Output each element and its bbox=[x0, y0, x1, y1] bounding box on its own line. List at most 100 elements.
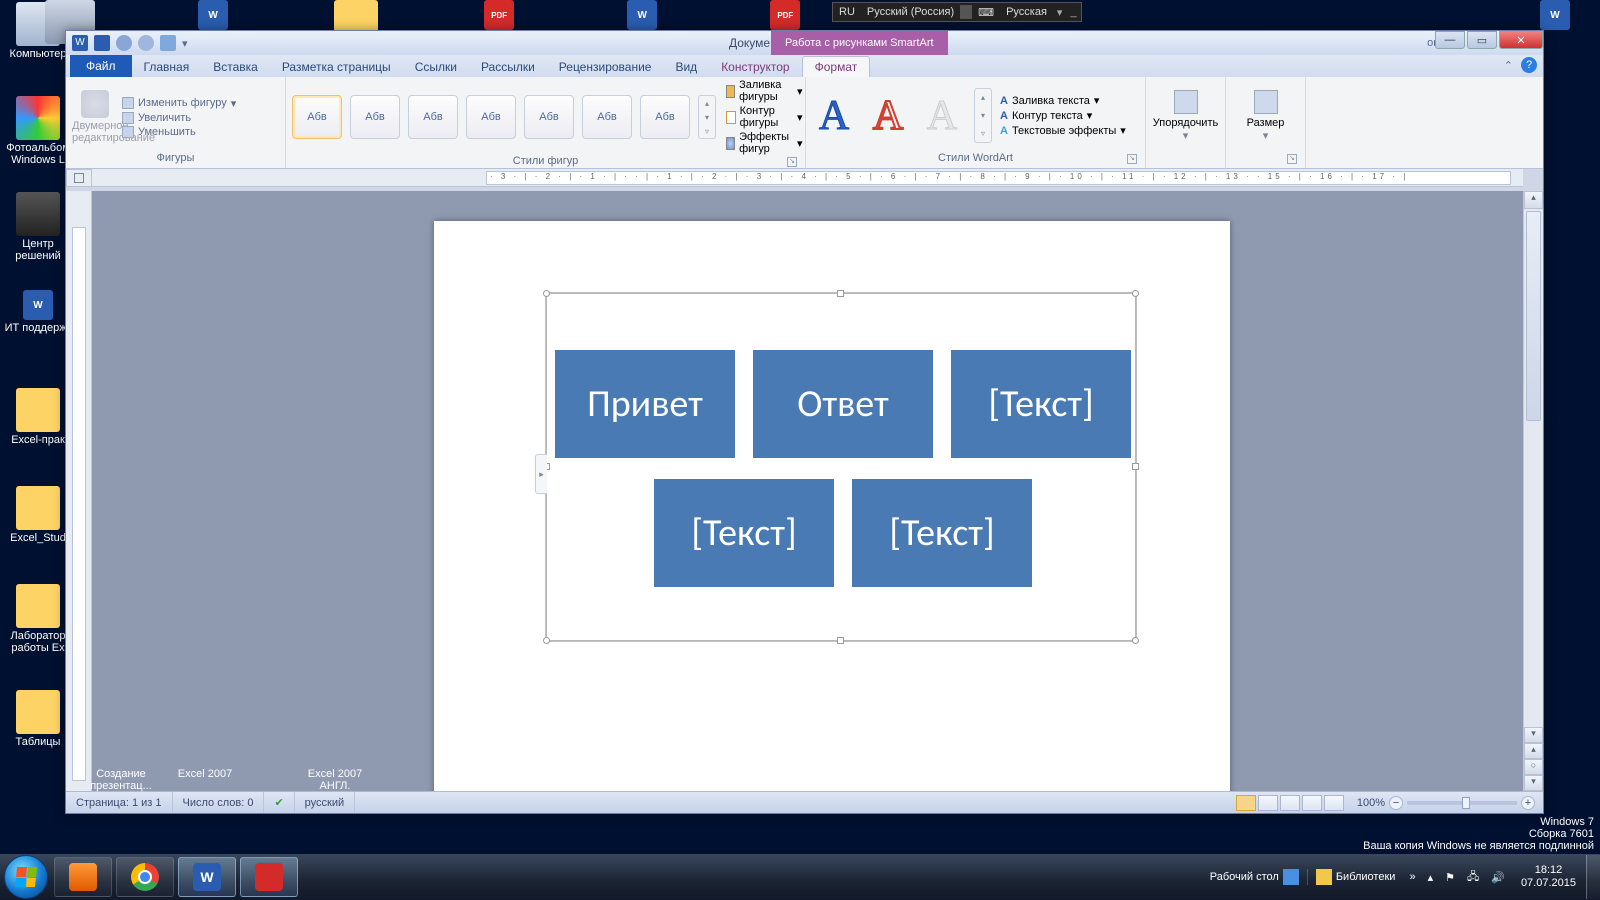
text-outline-button[interactable]: AКонтур текста ▾ bbox=[1000, 109, 1126, 122]
smartart-block[interactable]: [Текст] bbox=[951, 350, 1131, 458]
size-icon[interactable] bbox=[1254, 90, 1278, 114]
desktop-icon[interactable]: Фотоальбом Windows L bbox=[3, 96, 73, 166]
smartart-text-pane-toggle[interactable]: ▸ bbox=[535, 454, 547, 494]
taskbar-word[interactable]: W bbox=[178, 857, 236, 897]
resize-handle[interactable] bbox=[543, 290, 550, 297]
dialog-launcher[interactable]: ↘ bbox=[1127, 154, 1137, 164]
scroll-thumb[interactable] bbox=[1526, 211, 1541, 421]
arrange-icon[interactable] bbox=[1174, 90, 1198, 114]
ribbon-minimize[interactable]: ⌃ bbox=[1504, 59, 1513, 72]
maximize-button[interactable]: ▭ bbox=[1467, 31, 1497, 49]
text-fill-button[interactable]: AЗаливка текста ▾ bbox=[1000, 94, 1126, 107]
shape-fill-button[interactable]: Заливка фигуры ▾ bbox=[726, 79, 803, 103]
ruler-toggle[interactable] bbox=[66, 169, 92, 187]
tab-review[interactable]: Рецензирование bbox=[547, 57, 664, 77]
text-effects-button[interactable]: AТекстовые эффекты ▾ bbox=[1000, 124, 1126, 137]
page[interactable]: ▸ Привет Ответ [Текст] [Текст] [Текст] bbox=[434, 221, 1230, 791]
smartart-block[interactable]: [Текст] bbox=[852, 479, 1032, 587]
shape-effects-button[interactable]: Эффекты фигур ▾ bbox=[726, 131, 803, 155]
minimize-button[interactable]: — bbox=[1435, 31, 1465, 49]
zoom-level[interactable]: 100% bbox=[1357, 797, 1385, 809]
dialog-launcher[interactable]: ↘ bbox=[787, 157, 797, 167]
tab-insert[interactable]: Вставка bbox=[201, 57, 270, 77]
shape-style-thumb[interactable]: Абв bbox=[292, 95, 342, 139]
desktop-icon[interactable]: W bbox=[607, 0, 677, 32]
tab-design[interactable]: Конструктор bbox=[709, 57, 801, 77]
qat-button[interactable] bbox=[160, 35, 176, 51]
resize-handle[interactable] bbox=[837, 637, 844, 644]
desktop-icon[interactable]: PDF bbox=[750, 0, 820, 32]
desktop-icon[interactable]: W bbox=[1520, 0, 1590, 32]
save-button[interactable] bbox=[94, 35, 110, 51]
shape-style-thumb[interactable]: Абв bbox=[408, 95, 458, 139]
resize-handle[interactable] bbox=[837, 290, 844, 297]
status-page[interactable]: Страница: 1 из 1 bbox=[66, 792, 173, 813]
help-button[interactable]: ? bbox=[1521, 57, 1537, 73]
smartart-block[interactable]: Привет bbox=[555, 350, 735, 458]
close-button[interactable]: ✕ bbox=[1499, 31, 1543, 49]
prev-page[interactable]: ▴ bbox=[1524, 743, 1543, 759]
resize-handle[interactable] bbox=[1132, 637, 1139, 644]
next-page[interactable]: ▾ bbox=[1524, 775, 1543, 791]
horizontal-ruler[interactable]: · 3 · | · 2 · | · 1 · | · · | · 1 · | · … bbox=[92, 169, 1523, 187]
gallery-up[interactable]: ▴ bbox=[699, 96, 715, 110]
tray-overflow[interactable]: » bbox=[1403, 871, 1421, 883]
wordart-style[interactable]: A bbox=[920, 88, 964, 143]
undo-button[interactable] bbox=[116, 35, 132, 51]
view-print-layout[interactable] bbox=[1236, 795, 1256, 811]
tray-clock[interactable]: 18:1207.07.2015 bbox=[1511, 864, 1586, 890]
gallery-more[interactable]: ▿ bbox=[975, 124, 991, 142]
zoom-in-button[interactable]: + bbox=[1521, 796, 1535, 810]
change-shape-button[interactable]: Изменить фигуру ▾ bbox=[122, 97, 236, 110]
status-proofing[interactable]: ✔ bbox=[264, 792, 294, 813]
desktop-icon[interactable]: PDF bbox=[464, 0, 534, 32]
shape-style-thumb[interactable]: Абв bbox=[524, 95, 574, 139]
toolbar-desktop[interactable]: Рабочий стол bbox=[1202, 869, 1307, 885]
start-button[interactable] bbox=[4, 855, 48, 899]
zoom-out-button[interactable]: − bbox=[1389, 796, 1403, 810]
titlebar[interactable]: W ▾ Документ1 - Microsoft Word Работа с … bbox=[66, 31, 1543, 55]
toolbar-libraries[interactable]: Библиотеки bbox=[1307, 869, 1404, 885]
language-bar[interactable]: RU Русский (Россия) ⌨Русская ▾ _ bbox=[832, 2, 1082, 22]
gallery-down[interactable]: ▾ bbox=[975, 107, 991, 125]
zoom-slider[interactable] bbox=[1407, 801, 1517, 805]
tray-flag-icon[interactable]: ⚑ bbox=[1439, 871, 1461, 884]
desktop-icon[interactable]: WИТ поддержк bbox=[3, 290, 73, 334]
tray-volume-icon[interactable]: 🔊 bbox=[1485, 871, 1511, 884]
view-web[interactable] bbox=[1280, 795, 1300, 811]
desktop-icon[interactable]: Лаборатор работы Ex bbox=[3, 584, 73, 654]
desktop-icon[interactable]: Excel-прак bbox=[3, 388, 73, 446]
tab-view[interactable]: Вид bbox=[663, 57, 709, 77]
tab-file[interactable]: Файл bbox=[70, 55, 132, 77]
desktop-icon[interactable]: Excel_Stud bbox=[3, 486, 73, 544]
qat-customize[interactable]: ▾ bbox=[182, 37, 188, 50]
desktop-icon[interactable]: W bbox=[178, 0, 248, 32]
shape-style-thumb[interactable]: Абв bbox=[582, 95, 632, 139]
tab-format[interactable]: Формат bbox=[802, 56, 871, 77]
shape-style-thumb[interactable]: Абв bbox=[350, 95, 400, 139]
tab-references[interactable]: Ссылки bbox=[403, 57, 469, 77]
status-wordcount[interactable]: Число слов: 0 bbox=[173, 792, 265, 813]
smartart-block[interactable]: Ответ bbox=[753, 350, 933, 458]
view-outline[interactable] bbox=[1302, 795, 1322, 811]
tray-network-icon[interactable]: 🖧 bbox=[1461, 868, 1485, 887]
status-language[interactable]: русский bbox=[295, 792, 355, 813]
gallery-more[interactable]: ▿ bbox=[699, 124, 715, 138]
taskbar-acrobat[interactable] bbox=[240, 857, 298, 897]
tab-layout[interactable]: Разметка страницы bbox=[270, 57, 403, 77]
document-canvas[interactable]: ▸ Привет Ответ [Текст] [Текст] [Текст] bbox=[92, 191, 1523, 791]
desktop-icon[interactable]: Excel 2007 АНГЛ. bbox=[300, 768, 370, 792]
browse-object[interactable]: ○ bbox=[1524, 759, 1543, 775]
resize-handle[interactable] bbox=[1132, 290, 1139, 297]
gallery-down[interactable]: ▾ bbox=[699, 110, 715, 124]
tray-show-hidden[interactable]: ▴ bbox=[1422, 871, 1440, 884]
lang-minimize[interactable]: _ bbox=[1066, 6, 1080, 18]
resize-handle[interactable] bbox=[1132, 463, 1139, 470]
desktop-icon[interactable]: Центр решений bbox=[3, 192, 73, 262]
word-icon[interactable]: W bbox=[72, 35, 88, 51]
scroll-up[interactable]: ▴ bbox=[1524, 191, 1543, 209]
taskbar-media-player[interactable] bbox=[54, 857, 112, 897]
wordart-style[interactable]: A bbox=[866, 88, 910, 143]
desktop-icon[interactable]: Таблицы bbox=[3, 690, 73, 748]
desktop-icon[interactable]: Excel 2007 bbox=[170, 768, 240, 780]
